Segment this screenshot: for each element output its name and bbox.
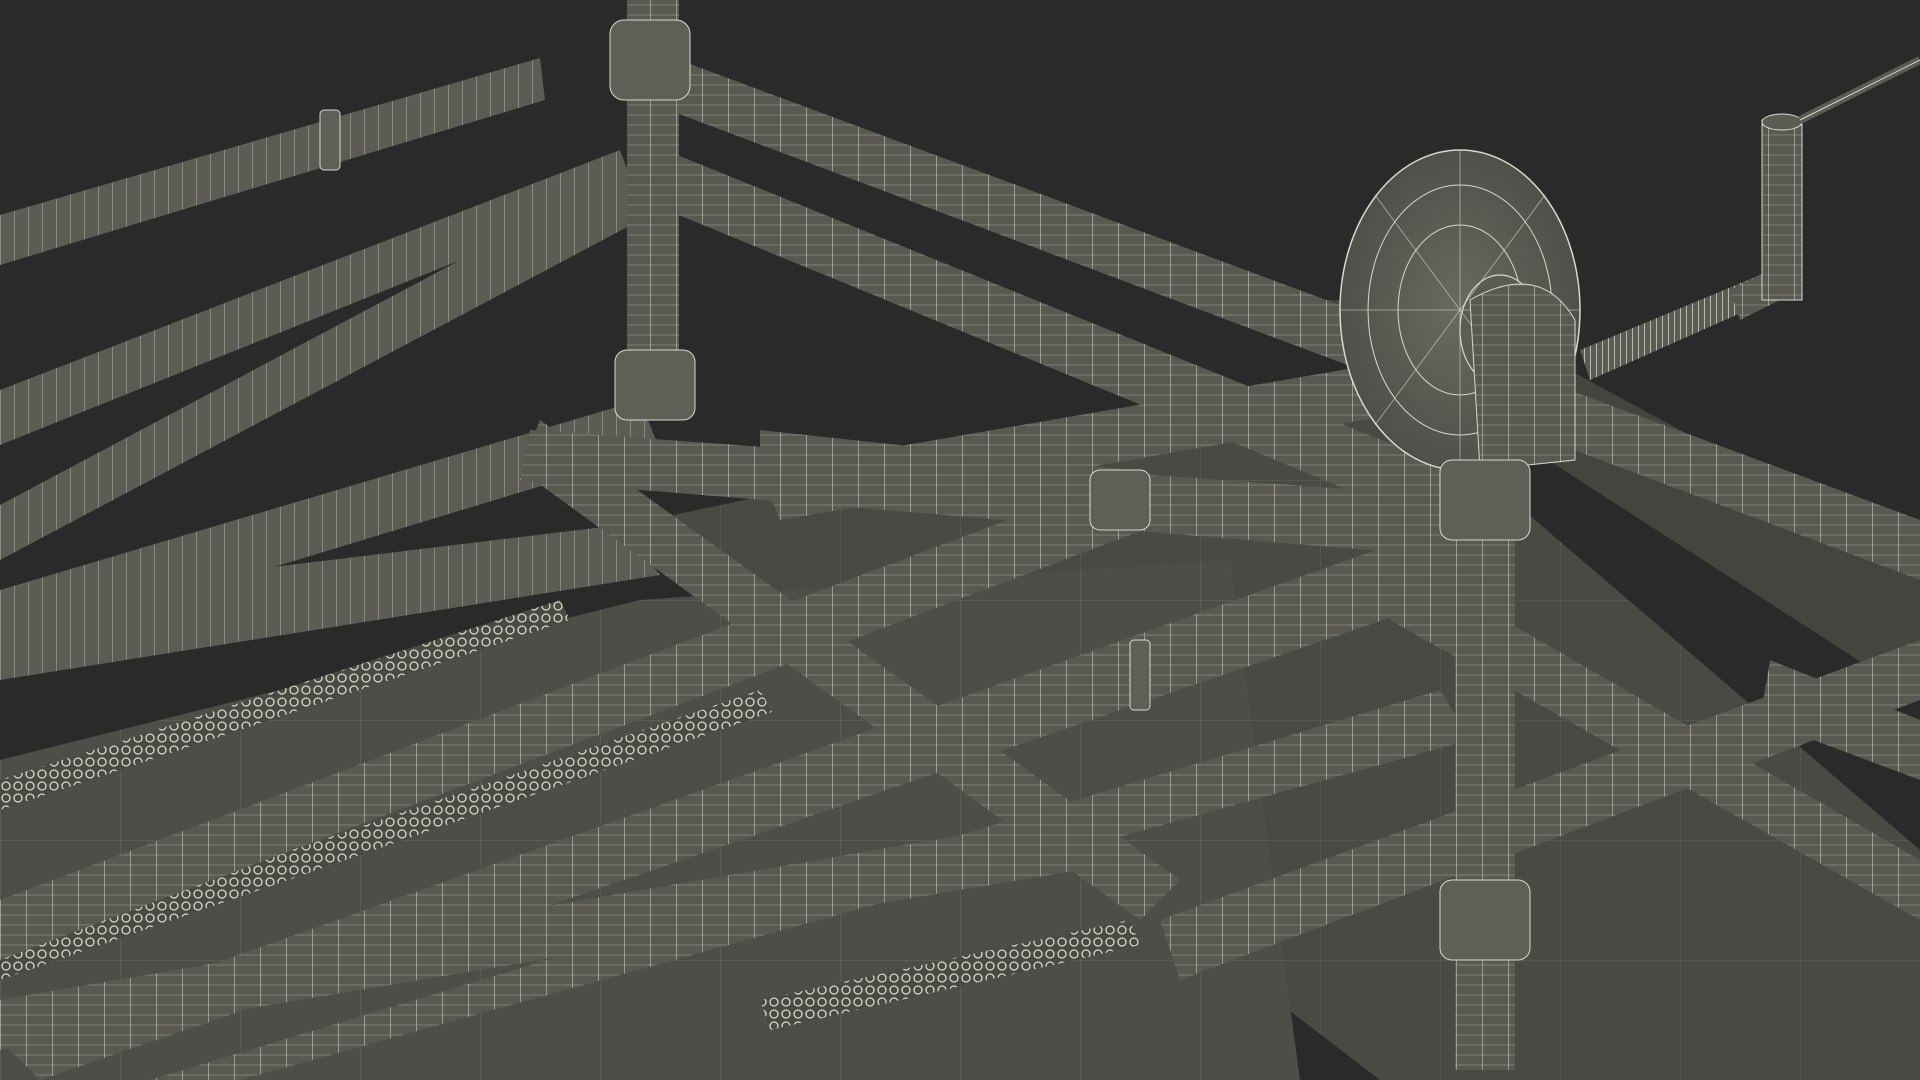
wireframe-render [0,0,1920,1080]
threaded-rod-icon [1580,56,1920,380]
3d-viewport [0,0,1920,1080]
crank-wheel-icon [1339,149,1581,471]
